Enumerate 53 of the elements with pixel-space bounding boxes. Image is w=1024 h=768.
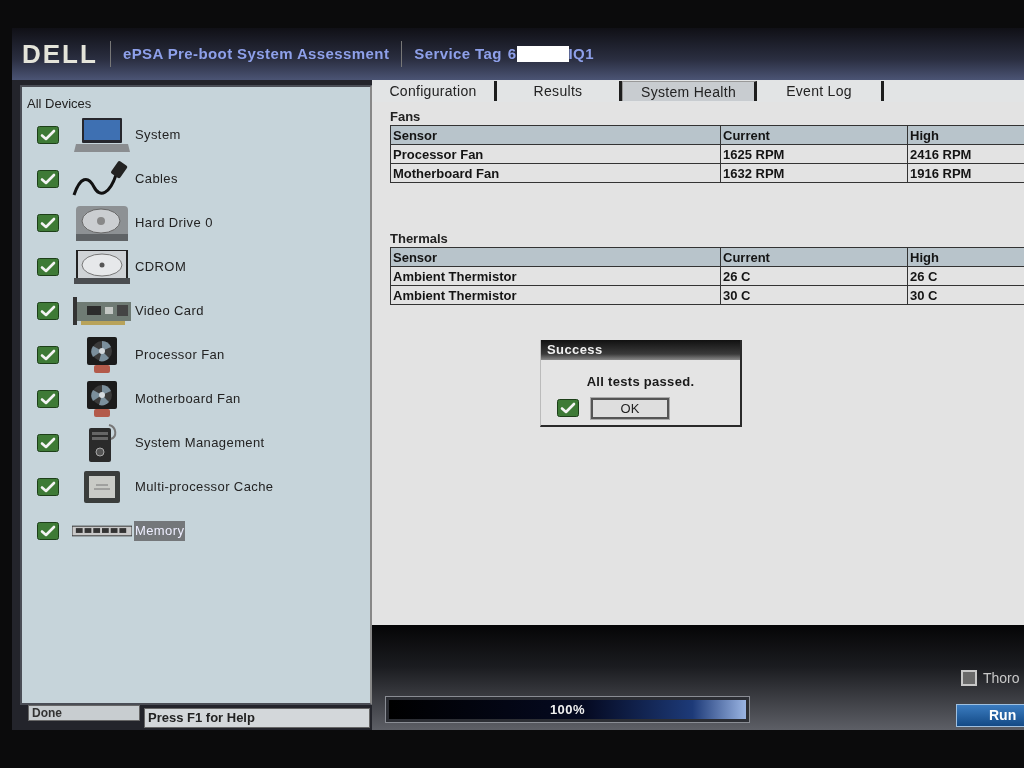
column-header: Sensor (390, 247, 721, 267)
dialog-title: Success (541, 340, 740, 360)
memory-module-icon (72, 525, 132, 537)
disc-drive-icon (74, 250, 130, 284)
table-cell: 30 C (720, 285, 908, 305)
device-item[interactable]: Processor Fan (134, 345, 226, 365)
column-header: Sensor (390, 125, 721, 145)
device-item[interactable]: Video Card (134, 301, 205, 321)
table-cell: Ambient Thermistor (390, 285, 721, 305)
laptop-icon (74, 118, 130, 152)
table-cell: Processor Fan (390, 144, 721, 164)
check-icon (557, 399, 579, 417)
table-cell: Ambient Thermistor (390, 266, 721, 286)
checkbox-label: Thoro (983, 670, 1020, 686)
device-item[interactable]: CDROM (134, 257, 188, 277)
chip-icon (84, 471, 120, 503)
service-tag-value: IQ1 (568, 43, 594, 64)
column-header: Current (720, 125, 908, 145)
device-item[interactable]: Multi-processor Cache (134, 477, 275, 497)
expansion-card-icon (73, 297, 131, 325)
fan-icon (87, 381, 117, 417)
table-cell: 1632 RPM (720, 163, 908, 183)
device-item[interactable]: Motherboard Fan (134, 389, 242, 409)
column-header: High (907, 125, 1024, 145)
service-tag-label: Service Tag (414, 43, 502, 64)
fan-icon (87, 337, 117, 373)
redaction-block (516, 46, 569, 62)
hard-drive-icon (76, 205, 128, 241)
service-tag-value: 6 (507, 43, 517, 64)
status-text: Done (28, 705, 140, 721)
device-item[interactable]: Memory (134, 521, 186, 541)
table-cell: 1625 RPM (720, 144, 908, 164)
section-title: Thermals (390, 231, 449, 247)
progress-label: 100% (549, 702, 586, 718)
table-cell: Motherboard Fan (390, 163, 721, 183)
dialog-message: All tests passed. (585, 373, 696, 391)
checkbox[interactable] (961, 670, 977, 686)
device-item[interactable]: Cables (134, 169, 179, 189)
column-header: High (907, 247, 1024, 267)
table-cell: 26 C (720, 266, 908, 286)
section-title: Fans (390, 109, 422, 125)
help-hint: Press F1 for Help (144, 708, 370, 728)
device-item[interactable]: System Management (134, 433, 266, 453)
logo-text: DELL (22, 41, 98, 67)
column-header: Current (720, 247, 908, 267)
tab[interactable]: System Health (622, 81, 757, 101)
run-button[interactable]: Run (956, 704, 1024, 727)
device-item[interactable]: System (134, 125, 182, 145)
sidebar-title: All Devices (27, 95, 93, 113)
device-item[interactable]: Hard Drive 0 (134, 213, 214, 233)
app-title: ePSA Pre-boot System Assessment (122, 43, 390, 64)
computer-tower-icon (87, 424, 117, 462)
ok-button[interactable]: OK (591, 397, 669, 419)
